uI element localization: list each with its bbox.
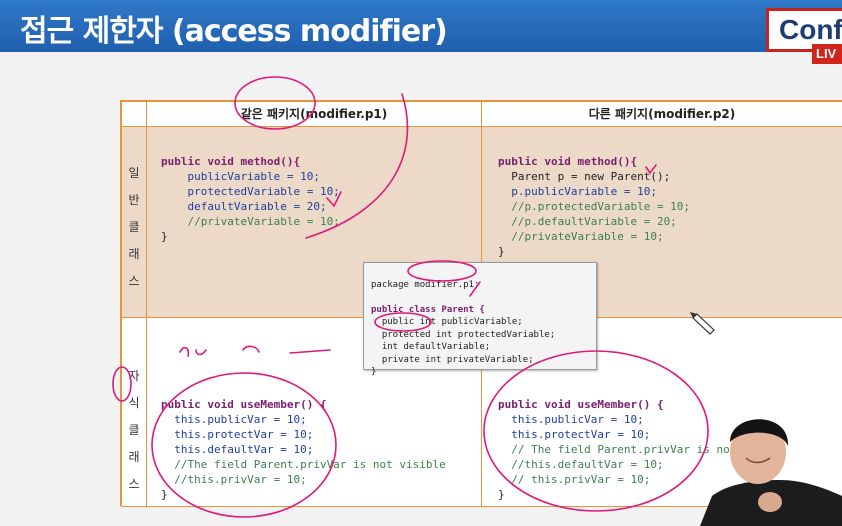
col-header-other-package: 다른 패키지(modifier.p2) (481, 101, 842, 127)
code-line: // this.privVar = 10; (498, 473, 651, 486)
row-label-char: 스 (128, 274, 140, 288)
code-line: public void useMember() { (161, 398, 327, 411)
code-line: package modifier.p1; (371, 279, 480, 290)
code-line: private int privateVariable; (371, 354, 534, 365)
row-label-char: 클 (128, 220, 140, 234)
parent-class-popup: package modifier.p1; public class Parent… (363, 262, 597, 377)
code-line: //The field Parent.privVar is not visibl… (161, 458, 446, 471)
row-label-char: 식 (128, 396, 140, 410)
code-line: this.protectVar = 10; (161, 428, 314, 441)
row-label-char: 자 (128, 369, 140, 383)
code-line: this.protectVar = 10; (498, 428, 651, 441)
presenter-video (700, 419, 842, 526)
row-label-char: 클 (128, 423, 140, 437)
row-label-child: 자 식 클 래 스 (121, 317, 147, 507)
code-line: public void method(){ (498, 155, 638, 168)
code-parent-class: package modifier.p1; public class Parent… (371, 266, 555, 379)
code-line: //p.defaultVariable = 20; (498, 215, 677, 228)
code-line: //privateVariable = 10; (498, 230, 664, 243)
code-line: protectedVariable = 10; (161, 185, 340, 198)
code-general-other: public void method(){ Parent p = new Par… (498, 139, 690, 259)
col-header-same-package: 같은 패키지(modifier.p1) (146, 101, 482, 127)
code-line: public void useMember() { (498, 398, 664, 411)
live-badge: LIV (812, 44, 842, 64)
code-line: publicVariable = 10; (161, 170, 320, 183)
code-line: int defaultVariable; (371, 342, 491, 352)
code-line: } (498, 488, 505, 501)
code-line: } (161, 230, 168, 243)
title-bar: 접근 제한자 (access modifier) (0, 0, 842, 52)
code-line: public void method(){ (161, 155, 301, 168)
code-line: this.defaultVar = 10; (161, 443, 314, 456)
code-child-same: public void useMember() { this.publicVar… (161, 382, 446, 502)
row-label-char: 래 (128, 247, 140, 261)
code-line: } (498, 245, 505, 258)
row-label-general: 일 반 클 래 스 (121, 126, 147, 318)
code-general-same: public void method(){ publicVariable = 1… (161, 139, 340, 244)
code-line: protected int protectedVariable; (371, 329, 556, 340)
code-line: //p.protectedVariable = 10; (498, 200, 691, 213)
row-label-char: 반 (128, 193, 140, 207)
code-line: //this.defaultVar = 10; (498, 458, 664, 471)
code-line: this.publicVar = 10; (161, 413, 307, 426)
code-line: } (161, 488, 168, 501)
code-line: public class Parent { (371, 304, 485, 315)
code-line: p.publicVariable = 10; (498, 185, 657, 198)
code-line: defaultVariable = 20; (161, 200, 327, 213)
code-line: Parent p = new Parent(); (498, 170, 671, 183)
brand-text: Conf (779, 14, 842, 45)
code-line: public int publicVariable; (371, 317, 523, 327)
code-line: } (371, 367, 377, 377)
row-label-char: 스 (128, 477, 140, 491)
row-label-char: 일 (128, 166, 140, 180)
code-line: //this.privVar = 10; (161, 473, 307, 486)
slide-title: 접근 제한자 (access modifier) (20, 14, 448, 49)
code-line: //privateVariable = 10; (161, 215, 340, 228)
code-line: this.publicVar = 10; (498, 413, 644, 426)
table-corner (121, 101, 147, 127)
row-label-char: 래 (128, 450, 140, 464)
